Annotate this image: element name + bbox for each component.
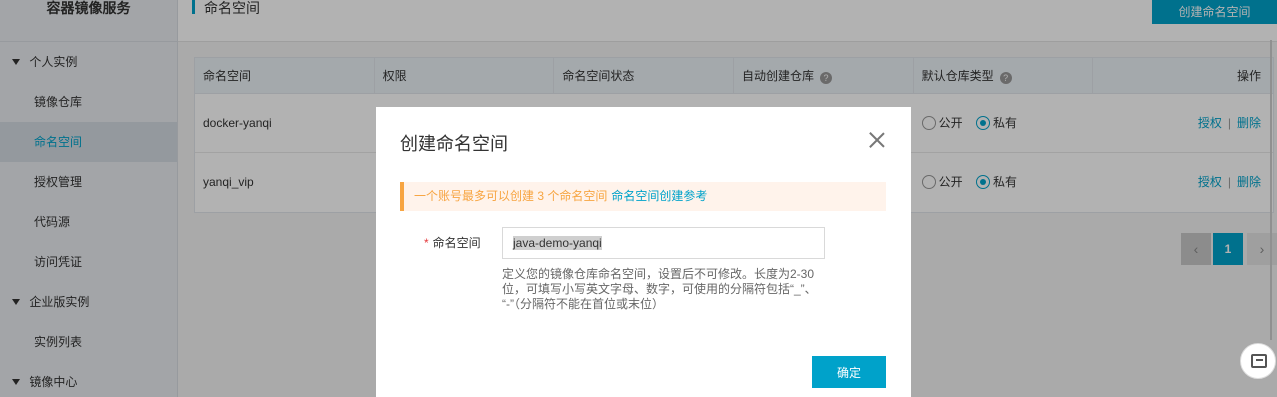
hint-line: 位，可填写小写英文字母、数字，可使用的分隔符包括“_”、: [502, 282, 817, 296]
create-namespace-dialog: 创建命名空间 一个账号最多可以创建 3 个命名空间 命名空间创建参考 * 命名空间 …: [376, 107, 911, 397]
hint-line: 定义您的镜像仓库命名空间，设置后不可修改。长度为2-30: [502, 267, 815, 281]
hint-line: “-”（分隔符不能在首位或末位）: [502, 297, 664, 311]
close-icon[interactable]: [868, 131, 886, 149]
limit-notice: 一个账号最多可以创建 3 个命名空间 命名空间创建参考: [400, 182, 886, 211]
notice-link[interactable]: 命名空间创建参考: [611, 189, 707, 203]
namespace-input[interactable]: java-demo-yanqi: [502, 227, 825, 259]
namespace-field-label: * 命名空间: [424, 234, 481, 251]
namespace-input-value: java-demo-yanqi: [513, 236, 602, 250]
dialog-title: 创建命名空间: [400, 134, 508, 154]
required-mark: *: [424, 236, 429, 250]
notice-text: 一个账号最多可以创建 3 个命名空间: [414, 189, 608, 203]
namespace-hint: 定义您的镜像仓库命名空间，设置后不可修改。长度为2-30 位，可填写小写英文字母…: [502, 267, 832, 312]
field-label-text: 命名空间: [432, 236, 481, 250]
screen-icon: [1251, 354, 1267, 368]
confirm-button[interactable]: 确定: [812, 356, 886, 388]
floating-help-button[interactable]: [1240, 343, 1276, 379]
